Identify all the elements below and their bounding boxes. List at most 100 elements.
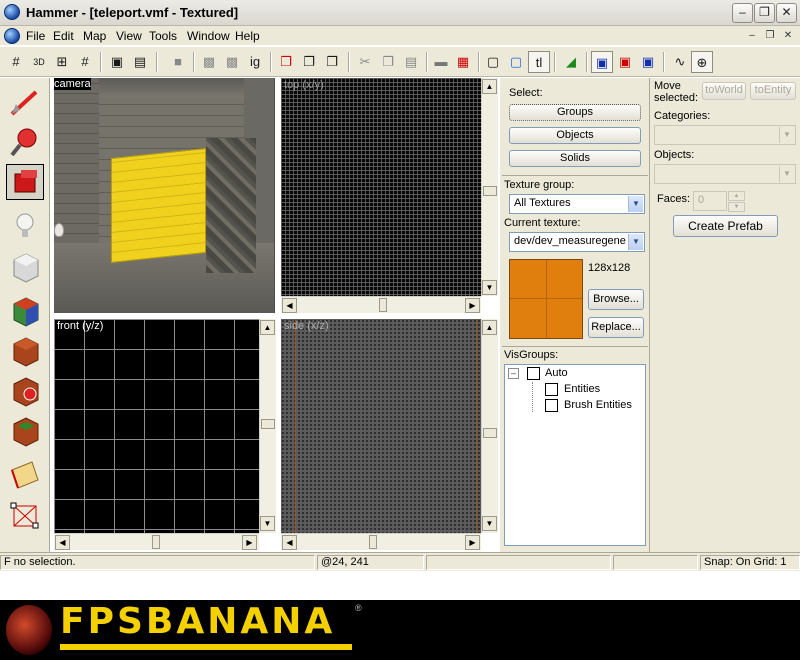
visgroup-brush-entities-checkbox[interactable] [545, 399, 558, 412]
visgroups-tree[interactable]: – Auto Entities Brush Entities [504, 364, 646, 546]
hollow-icon[interactable]: ❐ [298, 51, 320, 73]
paste-icon[interactable]: ▤ [400, 51, 422, 73]
scroll-thumb[interactable] [379, 298, 387, 312]
scroll-thumb[interactable] [483, 428, 497, 438]
hide-icon[interactable]: ■ [167, 51, 189, 73]
larger-grid-icon[interactable]: # [74, 51, 96, 73]
block-tool-icon[interactable] [6, 248, 44, 284]
chevron-down-icon[interactable]: ▼ [628, 234, 643, 250]
to-entity-button[interactable]: toEntity [750, 82, 796, 100]
scroll-up-arrow-icon[interactable]: ▲ [260, 320, 275, 335]
front-viewport-label[interactable]: front (y/z) [55, 320, 105, 332]
menu-help[interactable]: Help [235, 29, 260, 43]
menu-view[interactable]: View [116, 29, 142, 43]
menu-file[interactable]: File [26, 29, 45, 43]
scroll-left-arrow-icon[interactable]: ◀ [55, 535, 70, 550]
scroll-thumb[interactable] [152, 535, 160, 549]
faces-input[interactable]: 0 [693, 191, 727, 211]
smaller-grid-icon[interactable]: ⊞ [51, 51, 73, 73]
front-viewport-vscrollbar[interactable]: ▲ ▼ [259, 319, 276, 533]
select-groups-button[interactable]: Groups [509, 104, 641, 121]
replace-button[interactable]: Replace... [588, 317, 644, 338]
align-right-icon[interactable]: ▣ [637, 51, 659, 73]
texture-application-icon[interactable] [6, 292, 44, 328]
menu-edit[interactable]: Edit [53, 29, 74, 43]
texture-lock-icon[interactable]: ▬ [430, 51, 452, 73]
top-viewport-vscrollbar[interactable]: ▲ ▼ [481, 78, 498, 296]
tl-toggle-button[interactable]: tl [528, 51, 550, 73]
vertex-manipulation-icon[interactable] [6, 496, 44, 532]
side-viewport[interactable]: side (x/z) [281, 319, 481, 533]
scroll-thumb[interactable] [483, 186, 497, 196]
selection-tool-icon[interactable] [6, 84, 44, 120]
camera-viewport[interactable]: camera [54, 78, 275, 313]
clipping-tool-icon[interactable] [6, 456, 44, 492]
scroll-right-arrow-icon[interactable]: ▶ [242, 535, 257, 550]
side-viewport-label[interactable]: side (x/z) [282, 320, 331, 332]
chevron-down-icon[interactable]: ▼ [628, 196, 643, 212]
3d-grid-icon[interactable]: 3D [28, 51, 50, 73]
close-button[interactable]: ✕ [776, 3, 797, 23]
scroll-up-arrow-icon[interactable]: ▲ [482, 79, 497, 94]
apply-current-texture-icon[interactable] [6, 332, 44, 368]
target-icon[interactable]: ⊕ [691, 51, 713, 73]
scroll-right-arrow-icon[interactable]: ▶ [465, 535, 480, 550]
scroll-left-arrow-icon[interactable]: ◀ [282, 298, 297, 313]
front-viewport-hscrollbar[interactable]: ◀ ▶ [54, 533, 259, 550]
document-icon[interactable] [4, 28, 20, 44]
decal-tool-icon[interactable] [6, 372, 44, 408]
scroll-down-arrow-icon[interactable]: ▼ [482, 516, 497, 531]
create-prefab-button[interactable]: Create Prefab [673, 215, 778, 237]
ungroup-icon[interactable]: ▤ [129, 51, 151, 73]
scroll-down-arrow-icon[interactable]: ▼ [482, 280, 497, 295]
scroll-down-arrow-icon[interactable]: ▼ [260, 516, 275, 531]
grid-icon[interactable]: # [5, 51, 27, 73]
mdi-restore-button[interactable]: ❐ [762, 29, 778, 43]
cordon-icon[interactable]: ▩ [198, 51, 220, 73]
spin-up-icon[interactable]: ▲ [728, 191, 745, 201]
chevron-down-icon[interactable]: ▼ [779, 166, 794, 182]
scroll-thumb[interactable] [369, 535, 377, 549]
camera-tool-icon[interactable] [6, 164, 44, 200]
wireframe-icon[interactable]: ❐ [321, 51, 343, 73]
cordon-bounds-icon[interactable]: ▩ [221, 51, 243, 73]
vertex-tool-icon[interactable]: ∿ [669, 51, 691, 73]
select-by-handles-icon[interactable]: ▢ [505, 51, 527, 73]
top-viewport-label[interactable]: top (x/y) [282, 79, 326, 91]
visgroup-entities-checkbox[interactable] [545, 383, 558, 396]
selection-box-icon[interactable]: ▢ [482, 51, 504, 73]
tree-collapse-icon[interactable]: – [508, 368, 519, 379]
carve-icon[interactable]: ❐ [275, 51, 297, 73]
visgroup-entities-label[interactable]: Entities [564, 383, 600, 395]
group-icon[interactable]: ▣ [106, 51, 128, 73]
overlay-tool-icon[interactable] [6, 412, 44, 448]
select-solids-button[interactable]: Solids [509, 150, 641, 167]
spin-down-icon[interactable]: ▼ [728, 202, 745, 212]
mdi-close-button[interactable]: ✕ [780, 29, 796, 43]
ignore-groups-icon[interactable]: ig [244, 51, 266, 73]
menu-window[interactable]: Window [187, 29, 230, 43]
flip-icon[interactable]: ◢ [560, 51, 582, 73]
scroll-left-arrow-icon[interactable]: ◀ [282, 535, 297, 550]
cut-icon[interactable]: ✂ [354, 51, 376, 73]
scroll-up-arrow-icon[interactable]: ▲ [482, 320, 497, 335]
side-viewport-vscrollbar[interactable]: ▲ ▼ [481, 319, 498, 533]
entity-tool-icon[interactable] [6, 208, 44, 244]
browse-button[interactable]: Browse... [588, 289, 644, 310]
align-top-icon[interactable]: ▣ [591, 51, 613, 73]
texture-scale-lock-icon[interactable]: ▦ [452, 51, 474, 73]
texture-preview[interactable] [509, 259, 583, 339]
top-viewport-hscrollbar[interactable]: ◀ ▶ [281, 296, 481, 313]
visgroup-auto-checkbox[interactable] [527, 367, 540, 380]
menu-map[interactable]: Map [83, 29, 106, 43]
select-objects-button[interactable]: Objects [509, 127, 641, 144]
visgroup-auto-label[interactable]: Auto [545, 367, 568, 379]
magnify-tool-icon[interactable] [6, 124, 44, 160]
prefab-objects-dropdown[interactable]: ▼ [654, 164, 796, 184]
hammer-app-icon[interactable] [4, 4, 20, 20]
side-viewport-hscrollbar[interactable]: ◀ ▶ [281, 533, 481, 550]
texture-group-dropdown[interactable]: All Textures ▼ [509, 194, 645, 214]
camera-viewport-label[interactable]: camera [54, 78, 91, 90]
align-left-icon[interactable]: ▣ [614, 51, 636, 73]
chevron-down-icon[interactable]: ▼ [779, 127, 794, 143]
